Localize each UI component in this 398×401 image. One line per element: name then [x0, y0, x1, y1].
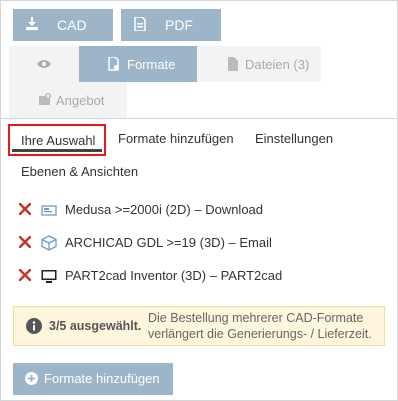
tab-formate-label: Formate [127, 56, 176, 72]
subtab-einstellungen[interactable]: Einstellungen [255, 131, 333, 146]
subtab-ihre-auswahl[interactable]: Ihre Auswahl [8, 124, 106, 156]
eye-icon [37, 60, 51, 68]
notice-box: 3/5 ausgewählt. Die Bestellung mehrerer … [13, 306, 385, 346]
list-item-label: ARCHICAD GDL >=19 (3D) – Email [65, 235, 272, 250]
tabs-divider [1, 118, 398, 119]
plus-circle-icon [25, 372, 38, 385]
remove-icon[interactable] [19, 203, 31, 215]
download-icon [26, 17, 38, 30]
selection-count: 3/5 ausgewählt. [49, 319, 142, 333]
pdf-file-icon [134, 17, 146, 31]
quote-icon [39, 93, 51, 105]
active-underline [12, 149, 102, 152]
pdf-button[interactable]: PDF [121, 9, 221, 41]
file-icon [228, 57, 238, 71]
info-icon [26, 318, 42, 334]
list-item: ARCHICAD GDL >=19 (3D) – Email [19, 234, 279, 252]
tab-view[interactable] [9, 46, 79, 82]
cad-button[interactable]: CAD [13, 9, 113, 41]
tab-angebot[interactable]: Angebot [9, 82, 127, 118]
pdf-button-label: PDF [165, 17, 193, 33]
list-item: Medusa >=2000i (2D) – Download [19, 201, 279, 219]
list-item-label: PART2cad Inventor (3D) – PART2cad [65, 268, 283, 283]
tab-dateien-label: Dateien (3) [245, 56, 310, 72]
tab-formate[interactable]: Formate [79, 46, 197, 82]
tab-spacer [321, 46, 391, 82]
subtab-formate-hinzufuegen[interactable]: Formate hinzufügen [118, 131, 234, 146]
list-item: PART2cad Inventor (3D) – PART2cad [19, 267, 283, 285]
notice-message: Die Bestellung mehrerer CAD-Formate verl… [148, 311, 372, 341]
cube-icon [41, 235, 57, 251]
drawing-icon [41, 205, 57, 216]
subtab-ebenen-ansichten[interactable]: Ebenen & Ansichten [21, 164, 138, 179]
remove-icon[interactable] [19, 269, 31, 281]
remove-icon[interactable] [19, 236, 31, 248]
list-item-label: Medusa >=2000i (2D) – Download [65, 202, 264, 217]
cad-button-label: CAD [57, 17, 87, 33]
subtab-ihre-auswahl-label: Ihre Auswahl [21, 133, 96, 148]
add-formats-button[interactable]: Formate hinzufügen [13, 363, 173, 395]
add-formats-button-label: Formate hinzufügen [44, 371, 160, 386]
file-settings-icon [108, 57, 120, 71]
tab-angebot-label: Angebot [56, 92, 105, 108]
tab-dateien[interactable]: Dateien (3) [197, 46, 321, 82]
monitor-icon [41, 270, 57, 283]
cad-download-panel: CAD PDF Formate Dateien (3) Angebot Ihre… [0, 0, 398, 401]
